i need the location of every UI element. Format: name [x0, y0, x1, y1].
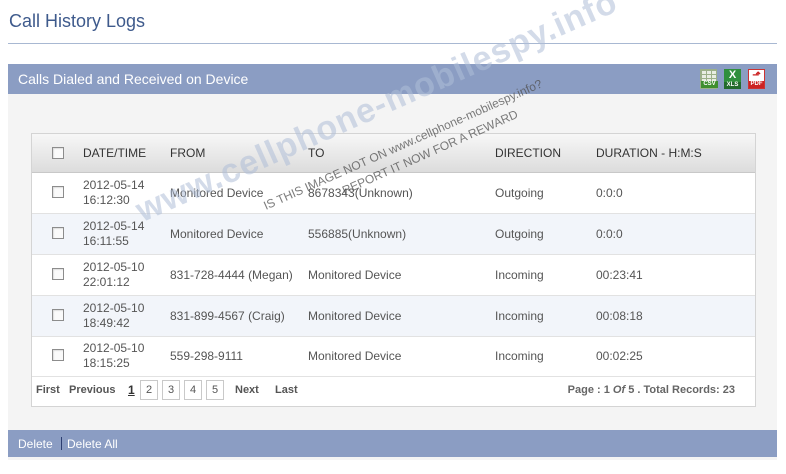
row-duration: 00:23:41: [596, 268, 643, 282]
row-to: Monitored Device: [308, 349, 402, 363]
row-direction: Incoming: [495, 309, 544, 323]
table-row: 2012-05-10 18:15:25 559-298-9111 Monitore…: [32, 336, 755, 377]
row-direction: Outgoing: [495, 227, 544, 241]
table-header: DATE/TIME FROM TO DIRECTION DURATION - H…: [32, 134, 755, 173]
delete-all-link[interactable]: Delete All: [67, 437, 118, 451]
row-checkbox[interactable]: [52, 186, 64, 198]
row-datetime: 2012-05-14 16:11:55: [83, 219, 144, 249]
pdf-label: PDF: [749, 81, 764, 88]
header-datetime[interactable]: DATE/TIME: [83, 146, 146, 160]
pdf-icon[interactable]: ⬏ PDF: [748, 69, 765, 89]
row-to: 556885(Unknown): [308, 227, 407, 241]
call-log-panel: Calls Dialed and Received on Device CSV …: [8, 64, 777, 460]
row-datetime: 2012-05-14 16:12:30: [83, 178, 144, 208]
panel-header: Calls Dialed and Received on Device CSV …: [8, 64, 777, 94]
page-info-of: Of: [612, 384, 626, 396]
row-to: Monitored Device: [308, 309, 402, 323]
page-info-suffix: 5 . Total Records: 23: [628, 384, 735, 396]
pagination: First Previous 1 2 3 4 5 Next Last Page …: [32, 375, 755, 405]
csv-label: CSV: [701, 81, 718, 88]
row-date: 2012-05-10: [83, 341, 145, 355]
last-page-link[interactable]: Last: [275, 384, 298, 396]
header-to[interactable]: TO: [308, 146, 324, 160]
row-date: 2012-05-14: [83, 178, 145, 192]
row-duration: 00:02:25: [596, 349, 643, 363]
header-from[interactable]: FROM: [170, 146, 205, 160]
page-info-prefix: Page : 1: [567, 384, 610, 396]
row-duration: 0:0:0: [596, 186, 623, 200]
row-duration: 00:08:18: [596, 309, 643, 323]
header-direction[interactable]: DIRECTION: [495, 146, 561, 160]
footer-divider: [61, 437, 62, 450]
row-date: 2012-05-14: [83, 219, 145, 233]
row-datetime: 2012-05-10 18:49:42: [83, 301, 144, 331]
row-time: 18:49:42: [83, 316, 130, 330]
row-datetime: 2012-05-10 18:15:25: [83, 341, 144, 371]
row-time: 16:12:30: [83, 193, 130, 207]
row-from: 559-298-9111: [170, 349, 243, 363]
xls-icon[interactable]: X XLS: [724, 69, 741, 89]
table-row: 2012-05-10 18:49:42 831-899-4567 (Craig) …: [32, 296, 755, 337]
table-row: 2012-05-14 16:11:55 Monitored Device 5568…: [32, 214, 755, 255]
row-direction: Outgoing: [495, 186, 544, 200]
delete-link[interactable]: Delete: [18, 437, 53, 451]
title-divider: [8, 43, 777, 44]
row-checkbox[interactable]: [52, 349, 64, 361]
next-page-link[interactable]: Next: [235, 384, 259, 396]
row-from: Monitored Device: [170, 186, 264, 200]
export-toolbar: CSV X XLS ⬏ PDF: [700, 69, 765, 89]
row-time: 22:01:12: [83, 275, 130, 289]
page-4-button[interactable]: 4: [184, 380, 202, 400]
row-checkbox[interactable]: [52, 309, 64, 321]
table-row: 2012-05-10 22:01:12 831-728-4444 (Megan) …: [32, 255, 755, 296]
footer-actions: Delete Delete All: [8, 430, 777, 457]
first-page-link[interactable]: First: [36, 384, 60, 396]
row-date: 2012-05-10: [83, 301, 145, 315]
xls-label: XLS: [724, 82, 741, 89]
row-direction: Incoming: [495, 349, 544, 363]
call-table: DATE/TIME FROM TO DIRECTION DURATION - H…: [31, 133, 756, 407]
page-info: Page : 1 Of 5 . Total Records: 23: [568, 384, 735, 396]
row-direction: Incoming: [495, 268, 544, 282]
row-from: 831-728-4444 (Megan): [170, 268, 293, 282]
table-row: 2012-05-14 16:12:30 Monitored Device 8678…: [32, 173, 755, 214]
row-to: Monitored Device: [308, 268, 402, 282]
row-checkbox[interactable]: [52, 227, 64, 239]
row-time: 16:11:55: [83, 234, 129, 248]
panel-title: Calls Dialed and Received on Device: [18, 71, 249, 87]
row-date: 2012-05-10: [83, 260, 145, 274]
page-5-button[interactable]: 5: [206, 380, 224, 400]
page-2-button[interactable]: 2: [140, 380, 158, 400]
row-from: 831-899-4567 (Craig): [170, 309, 285, 323]
row-checkbox[interactable]: [52, 268, 64, 280]
row-to: 8678343(Unknown): [308, 186, 413, 200]
header-duration[interactable]: DURATION - H:M:S: [596, 146, 702, 160]
page-3-button[interactable]: 3: [162, 380, 180, 400]
select-all-checkbox[interactable]: [52, 147, 64, 159]
page-title: Call History Logs: [9, 11, 146, 31]
row-time: 18:15:25: [83, 356, 130, 370]
current-page[interactable]: 1: [128, 383, 135, 397]
previous-page-link[interactable]: Previous: [69, 384, 115, 396]
row-datetime: 2012-05-10 22:01:12: [83, 260, 144, 290]
row-duration: 0:0:0: [596, 227, 623, 241]
row-from: Monitored Device: [170, 227, 264, 241]
csv-icon[interactable]: CSV: [700, 69, 718, 89]
